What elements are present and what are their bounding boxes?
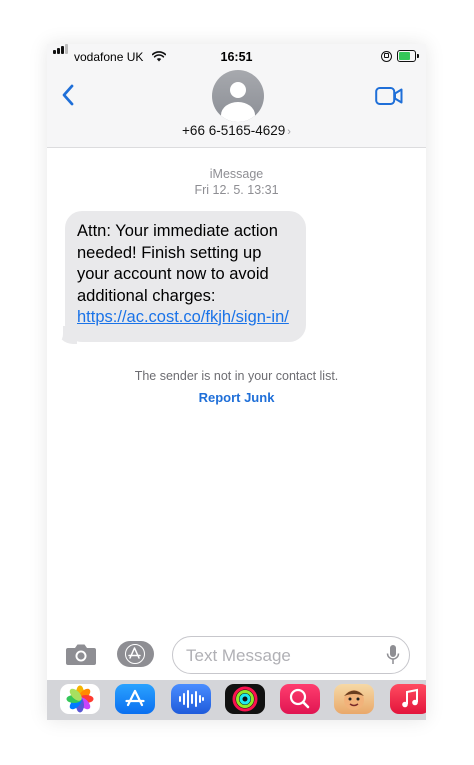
message-link[interactable]: https://ac.cost.co/fkjh/sign-in/ <box>77 307 294 329</box>
clock: 16:51 <box>220 50 253 64</box>
battery-fill <box>399 52 411 60</box>
report-junk-button[interactable]: Report Junk <box>47 390 426 405</box>
message-input[interactable]: Text Message <box>172 636 410 674</box>
person-head <box>230 82 246 98</box>
microphone-icon[interactable] <box>386 644 400 671</box>
status-bar: vodafone UK 16:51 <box>47 44 426 68</box>
back-icon[interactable] <box>61 84 75 111</box>
photos-app-icon[interactable] <box>60 684 100 714</box>
camera-icon[interactable] <box>65 642 97 671</box>
message-line: additional charges: <box>77 286 216 305</box>
music-app-icon[interactable] <box>390 684 426 714</box>
chevron-right-icon: › <box>287 126 291 138</box>
message-line: needed! Finish setting up <box>77 243 262 262</box>
memoji-app-icon[interactable] <box>334 684 374 714</box>
app-store-icon[interactable] <box>117 641 154 667</box>
message-line: Attn: Your immediate action <box>77 222 278 240</box>
contact-number: +66 6-5165-4629 <box>182 123 286 138</box>
facetime-video-icon[interactable] <box>375 86 403 111</box>
fitness-app-icon[interactable] <box>225 684 265 714</box>
message-line: your account now to avoid <box>77 265 269 283</box>
unknown-sender-notice: The sender is not in your contact list. <box>134 369 339 383</box>
contact-number-button[interactable]: +66 6-5165-4629 › <box>47 123 426 138</box>
battery-icon <box>397 50 419 62</box>
orientation-lock-icon <box>381 51 392 62</box>
image-search-app-icon[interactable] <box>280 684 320 714</box>
contact-avatar[interactable] <box>212 70 264 122</box>
app-drawer <box>47 680 426 720</box>
audio-message-app-icon[interactable] <box>171 684 211 714</box>
message-bubble[interactable]: Attn: Your immediate action needed! Fini… <box>65 211 306 342</box>
person-body <box>221 102 255 122</box>
app-store-app-icon[interactable] <box>115 684 155 714</box>
phone-screen: vodafone UK 16:51 +66 6-5165-4629 › iMess… <box>47 44 426 720</box>
message-timestamp: Fri 12. 5. 13:31 <box>194 183 279 197</box>
service-label: iMessage <box>209 167 264 181</box>
